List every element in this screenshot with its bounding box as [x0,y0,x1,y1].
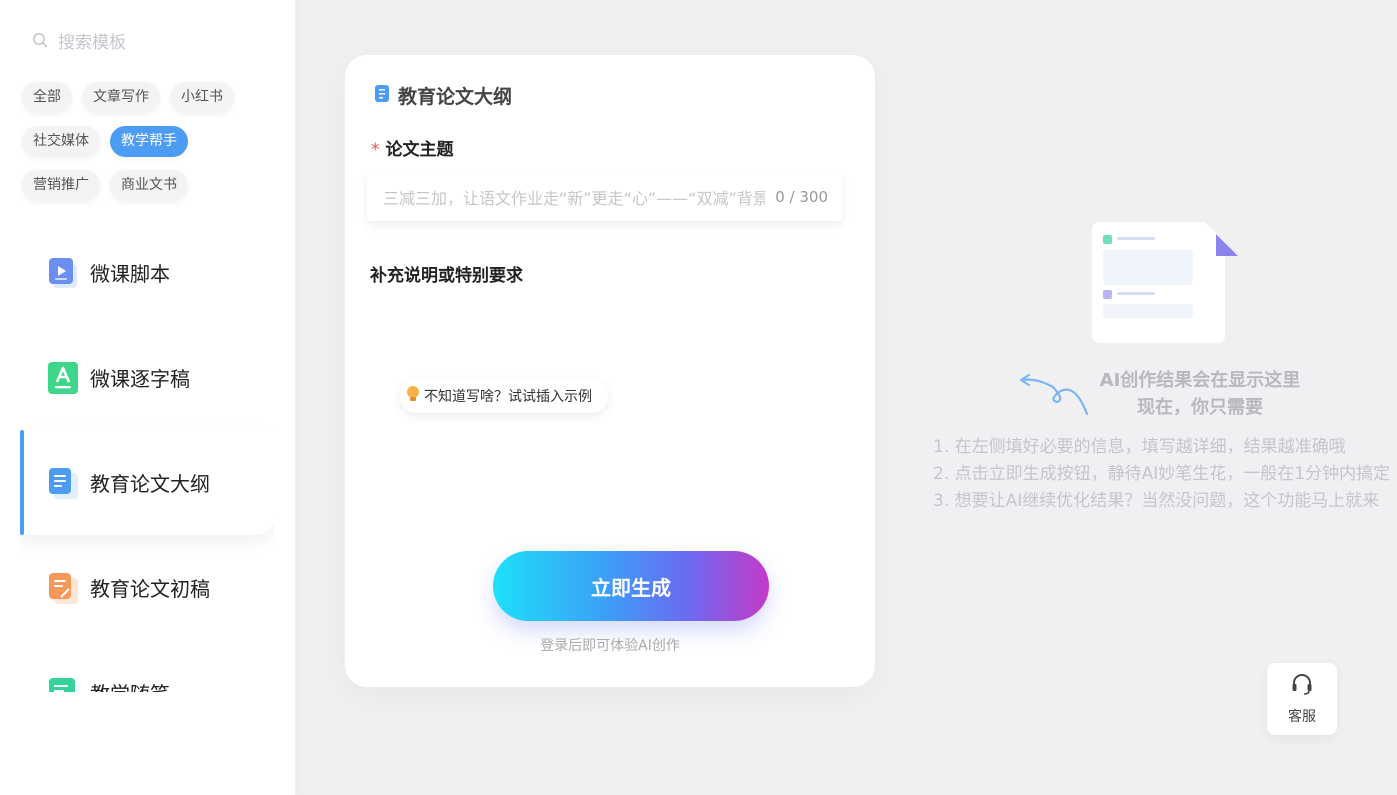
extra-requirements-textarea[interactable] [367,291,842,371]
required-mark: * [371,140,380,160]
tag-marketing[interactable]: 营销推广 [22,170,100,201]
tag-row: 全部 文章写作 小红书 [22,82,282,113]
tool-list: 微课脚本 微课逐字稿 教育论文大纲 教育论文初稿 教学随笔 [20,220,275,692]
insert-example-label: 不知道写啥？试试插入示例 [424,389,592,405]
result-title-line1: AI创作结果会在显示这里 [1099,370,1301,391]
step-item: 2. 点击立即生成按钮，静待AI妙笔生花，一般在1分钟内搞定 [933,464,1391,484]
outline-doc-icon [375,85,389,106]
char-count: 0 / 300 [775,188,828,206]
generate-button[interactable]: 立即生成 [493,551,769,621]
category-tags: 全部 文章写作 小红书 社交媒体 教学帮手 营销推广 商业文书 [22,82,282,214]
search-input[interactable]: 搜索模板 [58,28,126,53]
tag-business-docs[interactable]: 商业文书 [110,170,188,201]
note-doc-icon [46,676,80,692]
insert-example-button[interactable]: 不知道写啥？试试插入示例 [400,379,608,413]
form-title: 教育论文大纲 [375,82,512,109]
form-card: 教育论文大纲 * 论文主题 三减三加，让语文作业走“新”更走“心”——“双减”背景… [345,55,875,687]
tag-xiaohongshu[interactable]: 小红书 [170,82,234,113]
tool-item-micro-lesson-script[interactable]: 微课脚本 [20,220,275,325]
empty-result-illustration [1090,220,1245,345]
step-item: 3. 想要让AI继续优化结果？当然没问题，这个功能马上就来 [933,491,1380,511]
tool-label: 教育论文大纲 [90,472,210,496]
tag-row: 营销推广 商业文书 [22,170,282,201]
draft-doc-icon [46,571,80,605]
tag-article-writing[interactable]: 文章写作 [82,82,160,113]
tool-label: 教育论文初稿 [90,577,210,601]
tool-label: 微课脚本 [90,262,170,286]
topic-label-text: 论文主题 [385,140,454,160]
outline-doc-icon [46,466,80,500]
tag-all[interactable]: 全部 [22,82,72,113]
topic-placeholder: 三减三加，让语文作业走“新”更走“心”——“双减”背景下初中语文作业设计的实践探… [383,189,766,208]
login-tip: 登录后即可体验AI创作 [540,638,680,654]
letter-a-icon [46,361,80,395]
usage-steps: 1. 在左侧填好必要的信息，填写越详细，结果越准确哦 2. 点击立即生成按钮，静… [933,434,1390,515]
tool-label: 教学随笔 [90,678,170,692]
step-item: 1. 在左侧填好必要的信息，填写越详细，结果越准确哦 [933,437,1346,457]
search-icon [32,32,48,48]
tool-label: 微课逐字稿 [90,367,190,391]
tag-teaching-assistant[interactable]: 教学帮手 [110,126,188,157]
sidebar: 搜索模板 全部 文章写作 小红书 社交媒体 教学帮手 营销推广 商业文书 微课脚… [0,0,295,795]
result-title-line2: 现在，你只需要 [1137,397,1263,418]
tool-item-thesis-outline[interactable]: 教育论文大纲 [20,430,275,535]
topic-input[interactable]: 三减三加，让语文作业走“新”更走“心”——“双减”背景下初中语文作业设计的实践探… [367,173,842,221]
tool-item-micro-lesson-transcript[interactable]: 微课逐字稿 [20,325,275,430]
headset-icon [1290,672,1314,700]
tool-item-teaching-essay[interactable]: 教学随笔 [20,640,275,692]
lightbulb-icon [406,385,420,407]
tag-social-media[interactable]: 社交媒体 [22,126,100,157]
template-search[interactable]: 搜索模板 [32,26,126,54]
video-doc-icon [46,256,80,290]
form-title-text: 教育论文大纲 [398,86,513,108]
customer-service-label: 客服 [1288,709,1316,725]
customer-service-button[interactable]: 客服 [1267,663,1337,735]
result-placeholder-title: AI创作结果会在显示这里 现在，你只需要 [1060,367,1340,421]
tool-item-thesis-draft[interactable]: 教育论文初稿 [20,535,275,640]
topic-label: * 论文主题 [371,135,454,160]
tag-row: 社交媒体 教学帮手 [22,126,282,157]
extra-requirements-label: 补充说明或特别要求 [370,266,523,286]
